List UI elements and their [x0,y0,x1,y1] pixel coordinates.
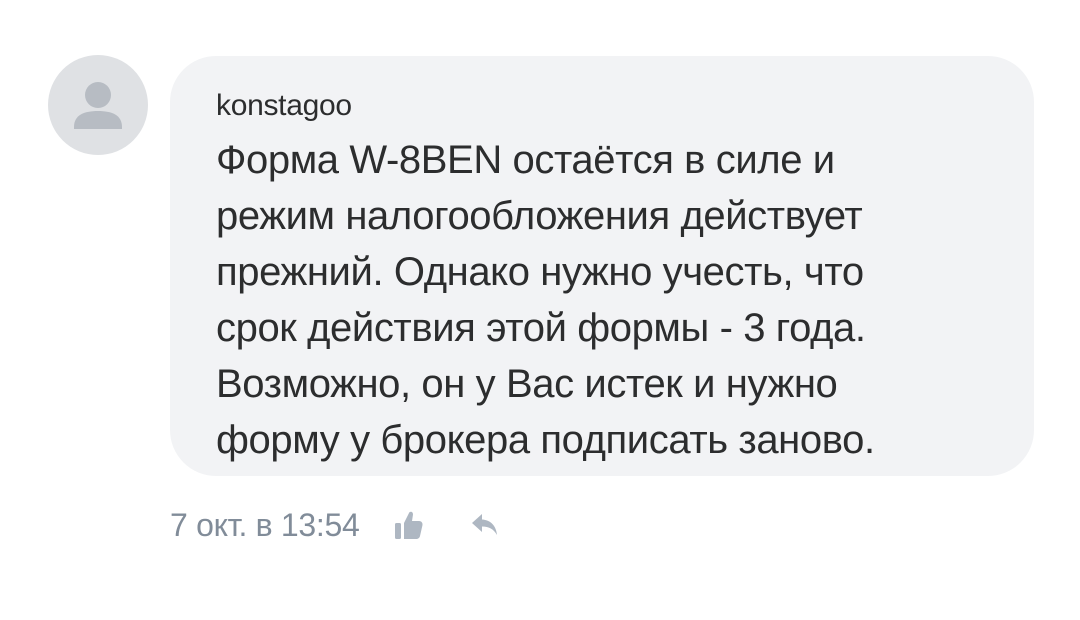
thumbs-up-icon [394,511,423,539]
comment: konstagoo Форма W-8BEN остаётся в силе и… [0,0,1080,620]
comment-text-line: Возможно, он у Вас истек и нужно [216,362,838,406]
like-button[interactable] [390,506,428,544]
comment-text: Форма W-8BEN остаётся в силе и режим нал… [216,132,994,468]
author-name[interactable]: konstagoo [216,88,994,124]
comment-text-line: прежний. Однако нужно учесть, что [216,250,864,294]
comment-footer: 7 окт. в 13:54 [170,500,504,550]
reply-arrow-icon [471,514,497,535]
comment-bubble: konstagoo Форма W-8BEN остаётся в силе и… [170,56,1034,476]
comment-text-line: режим налогообложения действует [216,194,863,238]
reply-button[interactable] [466,506,504,544]
comment-text-line: Форма W-8BEN остаётся в силе и [216,138,835,182]
comment-text-line: форму у брокера подписать заново. [216,418,875,462]
user-placeholder-icon [74,82,122,129]
avatar[interactable] [48,55,148,155]
timestamp[interactable]: 7 окт. в 13:54 [170,507,360,544]
comment-text-line: срок действия этой формы - 3 года. [216,306,866,350]
